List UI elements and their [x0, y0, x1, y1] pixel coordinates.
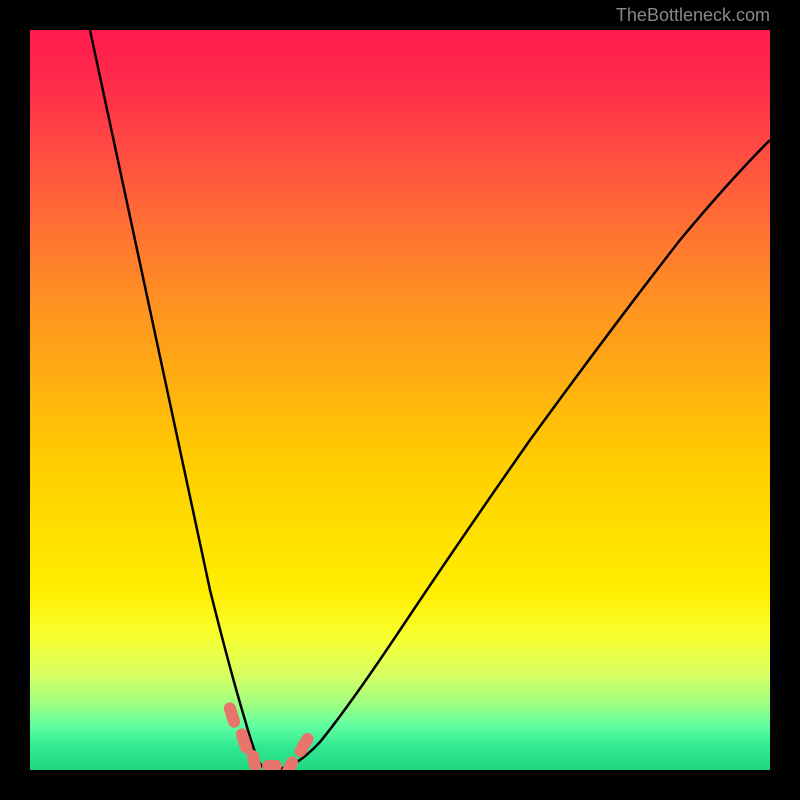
chart-curve-svg	[30, 30, 770, 770]
curve-marker	[262, 760, 282, 770]
bottleneck-curve-left	[90, 30, 268, 770]
bottleneck-curve-right	[268, 140, 770, 770]
curve-marker	[292, 731, 315, 760]
watermark-text: TheBottleneck.com	[616, 5, 770, 26]
curve-marker	[222, 701, 241, 729]
